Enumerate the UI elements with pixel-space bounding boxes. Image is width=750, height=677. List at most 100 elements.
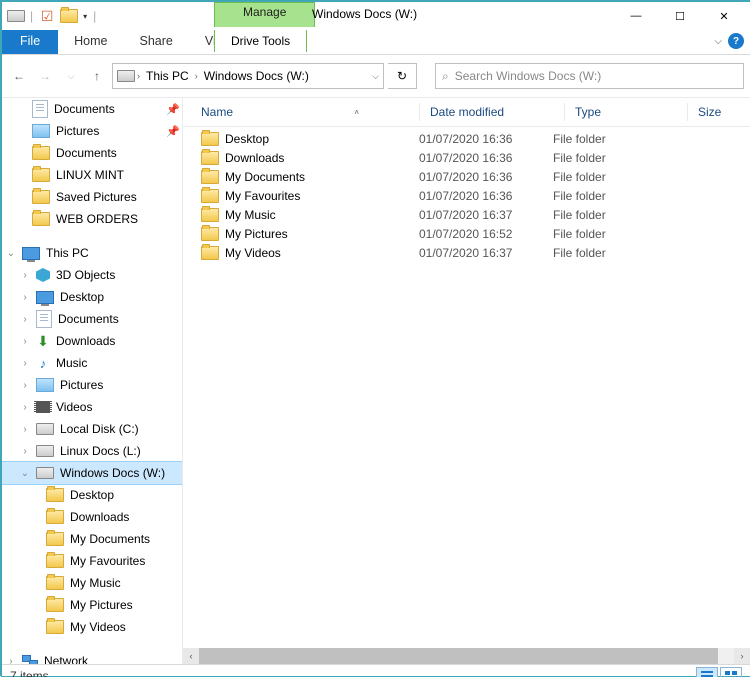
- folder-icon: [201, 170, 219, 184]
- file-type: File folder: [553, 208, 665, 222]
- tree-this-pc-item[interactable]: ›♪Music: [2, 352, 182, 374]
- drive-icon: [117, 70, 135, 82]
- folder-icon: [32, 146, 50, 160]
- tree-folder-item[interactable]: Desktop: [2, 484, 182, 506]
- expand-icon[interactable]: ›: [18, 380, 32, 391]
- minimize-button[interactable]: —: [614, 2, 658, 30]
- tree-item-label: Downloads: [54, 334, 115, 348]
- tree-item-label: Pictures: [58, 378, 103, 392]
- tree-item-label: Linux Docs (L:): [58, 444, 141, 458]
- tree-quick-access-item[interactable]: Pictures📌: [2, 120, 182, 142]
- tree-this-pc-item[interactable]: › Linux Docs (L:): [2, 440, 182, 462]
- title-bar: | ☑ ▾ | Manage Windows Docs (W:) — ☐ ✕: [2, 2, 750, 30]
- tab-file[interactable]: File: [2, 30, 58, 54]
- tree-this-pc-item[interactable]: ›Videos: [2, 396, 182, 418]
- tree-quick-access-item[interactable]: Documents📌: [2, 98, 182, 120]
- tab-drive-tools[interactable]: Drive Tools: [214, 30, 307, 52]
- tree-this-pc-item[interactable]: ›⬇Downloads: [2, 330, 182, 352]
- expand-icon[interactable]: ›: [18, 402, 32, 413]
- tree-item-label: Saved Pictures: [54, 190, 137, 204]
- file-row[interactable]: Desktop01/07/2020 16:36File folder: [183, 129, 750, 148]
- desktop-icon: [36, 291, 54, 304]
- up-button[interactable]: ↑: [86, 65, 108, 87]
- 3d-objects-icon: [36, 268, 50, 282]
- ribbon-expand-icon[interactable]: ⌵: [714, 36, 722, 47]
- tree-folder-item[interactable]: My Documents: [2, 528, 182, 550]
- tree-quick-access-item[interactable]: Documents: [2, 142, 182, 164]
- expand-icon[interactable]: ›: [4, 656, 18, 665]
- tree-folder-item[interactable]: Downloads: [2, 506, 182, 528]
- expand-icon[interactable]: ›: [18, 358, 32, 369]
- file-row[interactable]: My Pictures01/07/2020 16:52File folder: [183, 224, 750, 243]
- tree-quick-access-item[interactable]: Saved Pictures: [2, 186, 182, 208]
- file-name: My Videos: [225, 246, 281, 260]
- help-icon[interactable]: ?: [728, 33, 744, 49]
- body: Documents📌Pictures📌DocumentsLINUX MINTSa…: [2, 98, 750, 664]
- chevron-right-icon[interactable]: ›: [195, 71, 198, 81]
- collapse-icon[interactable]: ⌄: [4, 248, 18, 259]
- scroll-left-icon[interactable]: ‹: [183, 648, 199, 664]
- recent-dropdown-icon[interactable]: ⌵: [60, 65, 82, 87]
- expand-icon[interactable]: ›: [18, 314, 32, 325]
- maximize-button[interactable]: ☐: [658, 2, 702, 30]
- file-row[interactable]: My Music01/07/2020 16:37File folder: [183, 205, 750, 224]
- column-date[interactable]: Date modified: [419, 103, 564, 121]
- column-size[interactable]: Size: [687, 103, 750, 121]
- tree-current-drive[interactable]: ⌄ Windows Docs (W:): [2, 462, 182, 484]
- crumb-this-pc[interactable]: This PC: [142, 69, 193, 83]
- address-bar[interactable]: › This PC › Windows Docs (W:) ⌵: [112, 63, 384, 89]
- column-type[interactable]: Type: [564, 103, 687, 121]
- address-dropdown-icon[interactable]: ⌵: [372, 71, 379, 82]
- tree-this-pc-item[interactable]: ›3D Objects: [2, 264, 182, 286]
- file-date: 01/07/2020 16:37: [419, 246, 553, 260]
- navigation-pane[interactable]: Documents📌Pictures📌DocumentsLINUX MINTSa…: [2, 98, 183, 664]
- tree-this-pc-item[interactable]: ›Local Disk (C:): [2, 418, 182, 440]
- file-row[interactable]: My Videos01/07/2020 16:37File folder: [183, 243, 750, 262]
- tree-item-label: My Favourites: [68, 554, 145, 568]
- expand-icon[interactable]: ›: [18, 292, 32, 303]
- back-button[interactable]: ←: [8, 65, 30, 87]
- expand-icon[interactable]: ›: [18, 336, 32, 347]
- tab-share[interactable]: Share: [124, 30, 189, 54]
- pin-icon: 📌: [166, 103, 180, 116]
- contextual-tab-manage[interactable]: Manage: [214, 2, 315, 27]
- close-button[interactable]: ✕: [702, 2, 746, 30]
- tree-this-pc-item[interactable]: ›Documents: [2, 308, 182, 330]
- file-type: File folder: [553, 151, 665, 165]
- expand-icon[interactable]: ›: [18, 424, 32, 435]
- tree-this-pc-item[interactable]: › Pictures: [2, 374, 182, 396]
- refresh-button[interactable]: ↻: [388, 63, 417, 89]
- new-folder-icon[interactable]: [61, 8, 77, 24]
- file-row[interactable]: My Documents01/07/2020 16:36File folder: [183, 167, 750, 186]
- properties-icon[interactable]: ☑: [39, 8, 55, 24]
- tree-this-pc-item[interactable]: › Desktop: [2, 286, 182, 308]
- tree-quick-access-item[interactable]: LINUX MINT: [2, 164, 182, 186]
- crumb-current[interactable]: Windows Docs (W:): [200, 69, 313, 83]
- file-row[interactable]: My Favourites01/07/2020 16:36File folder: [183, 186, 750, 205]
- folder-icon: [46, 598, 64, 612]
- tree-this-pc[interactable]: ⌄ This PC: [2, 242, 182, 264]
- file-date: 01/07/2020 16:36: [419, 151, 553, 165]
- tree-item-label: Desktop: [58, 290, 104, 304]
- tree-folder-item[interactable]: My Videos: [2, 616, 182, 638]
- column-name[interactable]: Name ˄: [201, 105, 419, 119]
- tree-quick-access-item[interactable]: WEB ORDERS: [2, 208, 182, 230]
- tree-folder-item[interactable]: My Music: [2, 572, 182, 594]
- expand-icon[interactable]: ›: [18, 270, 32, 281]
- forward-button[interactable]: →: [34, 65, 56, 87]
- scroll-right-icon[interactable]: ›: [734, 648, 750, 664]
- horizontal-scrollbar[interactable]: ‹ ›: [183, 648, 750, 664]
- file-row[interactable]: Downloads01/07/2020 16:36File folder: [183, 148, 750, 167]
- tree-folder-item[interactable]: My Pictures: [2, 594, 182, 616]
- chevron-right-icon[interactable]: ›: [137, 71, 140, 81]
- tree-folder-item[interactable]: My Favourites: [2, 550, 182, 572]
- search-input[interactable]: ⌕ Search Windows Docs (W:): [435, 63, 744, 89]
- tab-home[interactable]: Home: [58, 30, 123, 54]
- qat-dropdown-icon[interactable]: ▾: [83, 12, 87, 21]
- collapse-icon[interactable]: ⌄: [18, 468, 32, 479]
- file-list[interactable]: Desktop01/07/2020 16:36File folderDownlo…: [183, 127, 750, 648]
- file-type: File folder: [553, 132, 665, 146]
- expand-icon[interactable]: ›: [18, 446, 32, 457]
- tree-network[interactable]: › Network: [2, 650, 182, 664]
- separator: |: [30, 9, 33, 23]
